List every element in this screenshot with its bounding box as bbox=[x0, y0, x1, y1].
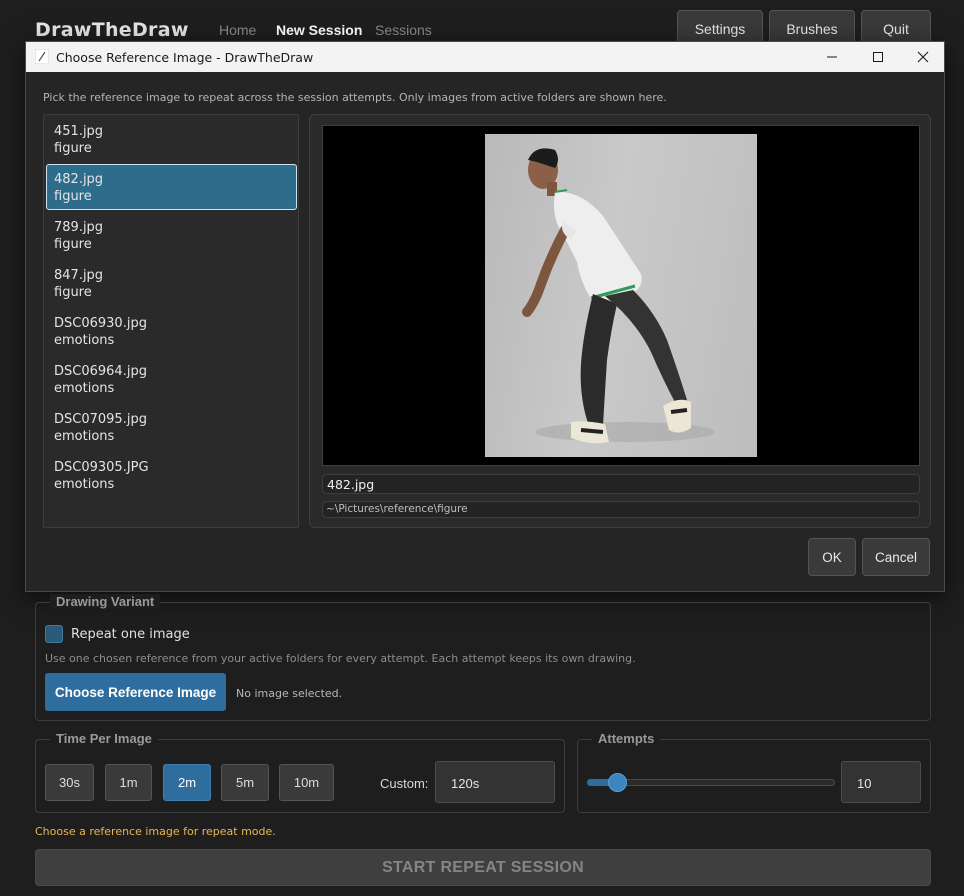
attempts-input[interactable]: 10 bbox=[841, 761, 921, 803]
time-30s-button[interactable]: 30s bbox=[45, 764, 94, 801]
file-folder: figure bbox=[54, 285, 92, 300]
list-item[interactable]: DSC06930.jpg emotions bbox=[45, 308, 297, 354]
reference-photo bbox=[485, 134, 757, 457]
list-item[interactable]: DSC06964.jpg emotions bbox=[45, 356, 297, 402]
list-item-selected[interactable]: 482.jpg figure bbox=[46, 164, 297, 210]
preview-panel: 482.jpg ~\Pictures\reference\figure bbox=[309, 114, 931, 528]
file-name: 482.jpg bbox=[54, 172, 104, 187]
time-per-image-title: Time Per Image bbox=[50, 731, 158, 746]
dialog-description: Pick the reference image to repeat acros… bbox=[43, 91, 667, 104]
file-name: DSC09305.JPG bbox=[54, 460, 149, 475]
start-repeat-session-button[interactable]: START REPEAT SESSION bbox=[35, 849, 931, 886]
file-folder: emotions bbox=[54, 381, 115, 396]
nav-home[interactable]: Home bbox=[219, 22, 256, 38]
time-1m-button[interactable]: 1m bbox=[105, 764, 152, 801]
list-item[interactable]: DSC09305.JPG emotions bbox=[45, 452, 297, 498]
file-folder: emotions bbox=[54, 333, 115, 348]
cancel-button[interactable]: Cancel bbox=[862, 538, 930, 576]
selection-status: No image selected. bbox=[236, 687, 343, 700]
repeat-one-image-label[interactable]: Repeat one image bbox=[71, 627, 190, 642]
custom-time-input[interactable]: 120s bbox=[435, 761, 555, 803]
attempts-title: Attempts bbox=[592, 731, 661, 746]
file-name: 451.jpg bbox=[54, 124, 104, 139]
close-icon[interactable] bbox=[900, 42, 946, 72]
dialog-title: Choose Reference Image - DrawTheDraw bbox=[56, 50, 314, 65]
image-file-list[interactable]: 451.jpg figure 482.jpg figure 789.jpg fi… bbox=[43, 114, 299, 528]
dialog-titlebar[interactable]: Choose Reference Image - DrawTheDraw bbox=[26, 42, 944, 72]
file-name: 789.jpg bbox=[54, 220, 104, 235]
figure-illustration bbox=[522, 148, 715, 444]
file-name: DSC06930.jpg bbox=[54, 316, 147, 331]
attempts-slider-thumb[interactable] bbox=[608, 773, 627, 792]
file-name: DSC07095.jpg bbox=[54, 412, 147, 427]
drawing-variant-title: Drawing Variant bbox=[50, 594, 161, 609]
app-icon bbox=[35, 49, 49, 64]
maximize-icon[interactable] bbox=[855, 42, 901, 72]
repeat-one-image-checkbox[interactable] bbox=[45, 625, 63, 643]
list-item[interactable]: 451.jpg figure bbox=[45, 116, 297, 162]
file-folder: figure bbox=[54, 237, 92, 252]
minimize-icon[interactable] bbox=[809, 42, 855, 72]
warning-message: Choose a reference image for repeat mode… bbox=[35, 825, 276, 838]
custom-time-label: Custom: bbox=[380, 776, 429, 791]
time-2m-button[interactable]: 2m bbox=[163, 764, 211, 801]
file-name: 847.jpg bbox=[54, 268, 104, 283]
choose-reference-image-button[interactable]: Choose Reference Image bbox=[45, 673, 226, 711]
choose-reference-dialog: Choose Reference Image - DrawTheDraw Pic… bbox=[25, 41, 945, 592]
nav-sessions[interactable]: Sessions bbox=[375, 22, 432, 38]
file-name: DSC06964.jpg bbox=[54, 364, 147, 379]
ok-button[interactable]: OK bbox=[808, 538, 856, 576]
file-folder: figure bbox=[54, 189, 92, 204]
file-folder: emotions bbox=[54, 477, 115, 492]
time-5m-button[interactable]: 5m bbox=[221, 764, 269, 801]
list-item[interactable]: 847.jpg figure bbox=[45, 260, 297, 306]
image-preview bbox=[322, 125, 920, 466]
list-item[interactable]: DSC07095.jpg emotions bbox=[45, 404, 297, 450]
selected-image-name: 482.jpg bbox=[322, 474, 920, 494]
file-folder: emotions bbox=[54, 429, 115, 444]
selected-image-path: ~\Pictures\reference\figure bbox=[322, 501, 920, 518]
nav-new-session[interactable]: New Session bbox=[276, 22, 362, 38]
app-title: DrawTheDraw bbox=[35, 19, 189, 41]
list-item[interactable]: 789.jpg figure bbox=[45, 212, 297, 258]
file-folder: figure bbox=[54, 141, 92, 156]
variant-description: Use one chosen reference from your activ… bbox=[45, 652, 636, 665]
time-10m-button[interactable]: 10m bbox=[279, 764, 334, 801]
